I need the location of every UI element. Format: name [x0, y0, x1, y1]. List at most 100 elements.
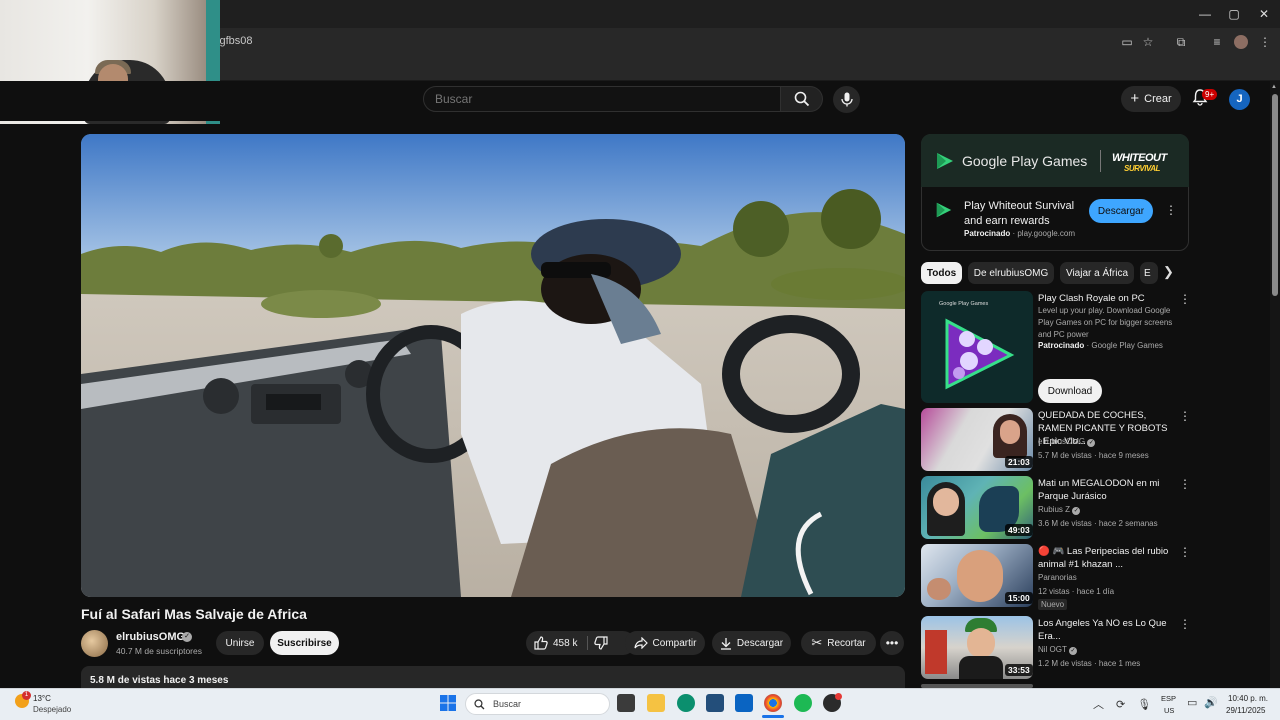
volume-icon[interactable]: 🔊 — [1204, 696, 1218, 709]
more-actions-button[interactable]: ••• — [880, 631, 904, 655]
search-icon — [474, 698, 485, 709]
ad-menu-icon[interactable]: ⋮ — [1165, 203, 1177, 217]
rec-ad-meta: Patrocinado · Google Play Games — [1038, 341, 1163, 350]
maximize-icon[interactable]: ▢ — [1226, 6, 1242, 22]
rec-title[interactable]: 🔴 🎮 Las Peripecias del rubio animal #1 k… — [1038, 545, 1172, 571]
cast-icon[interactable]: ▭ — [1119, 34, 1135, 50]
ad-brand-name: Google Play Games — [962, 153, 1088, 169]
rec-channel[interactable]: Paranorias — [1038, 573, 1077, 582]
rec-menu-icon[interactable]: ⋮ — [1179, 477, 1191, 491]
share-button[interactable]: Compartir — [625, 631, 705, 655]
taskbar-search[interactable]: Buscar — [465, 693, 610, 715]
system-tray[interactable]: ︿ ⟳ 🎙 — [1093, 696, 1151, 712]
rec-menu-icon[interactable]: ⋮ — [1179, 617, 1191, 631]
chip-de-elrubiusomg[interactable]: De elrubiusOMG — [968, 262, 1054, 284]
search-icon — [794, 91, 809, 107]
windows-start-icon[interactable] — [440, 695, 456, 711]
close-icon[interactable]: ✕ — [1256, 6, 1272, 22]
search-input-wrapper[interactable] — [423, 86, 781, 112]
outlook-icon[interactable] — [735, 694, 753, 712]
thumbs-up-icon — [534, 636, 548, 650]
create-button[interactable]: + Crear — [1121, 86, 1181, 112]
video-duration: 33:53 — [1005, 664, 1033, 676]
chip-todos[interactable]: Todos — [921, 262, 962, 284]
rec-channel[interactable]: Rubius Z ✓ — [1038, 505, 1081, 515]
rec-menu-icon[interactable]: ⋮ — [1179, 292, 1191, 306]
plus-icon: + — [1130, 90, 1140, 107]
scrollbar-thumb[interactable] — [1272, 94, 1278, 296]
like-divider — [587, 636, 588, 650]
search-input[interactable] — [424, 87, 780, 111]
weather-description[interactable]: Despejado — [33, 705, 71, 714]
video-title: Fuí al Safari Mas Salvaje de Africa — [81, 606, 307, 622]
chip-more[interactable]: E — [1140, 262, 1158, 284]
thumbs-down-icon — [594, 636, 608, 650]
rec-advertiser: Google Play Games — [1091, 341, 1163, 350]
edge-icon[interactable] — [677, 694, 695, 712]
store-icon[interactable] — [706, 694, 724, 712]
active-app-indicator — [762, 715, 784, 718]
rec-title[interactable]: Mati un MEGALODON en mi Parque Jurásico — [1038, 477, 1172, 503]
chevron-right-icon[interactable]: ❯ — [1163, 264, 1174, 280]
scissors-icon: ✂ — [811, 635, 823, 650]
rec-thumbnail[interactable]: 49:03 — [921, 476, 1033, 539]
spotify-icon[interactable] — [794, 694, 812, 712]
new-badge: Nuevo — [1038, 599, 1068, 610]
browser-menu-icon[interactable]: ⋮ — [1257, 34, 1273, 50]
download-button[interactable]: Descargar — [712, 631, 791, 655]
rec-ad-description: Level up your play. Download Google Play… — [1038, 306, 1173, 339]
rec-channel[interactable]: Nil OGT ✓ — [1038, 645, 1077, 655]
clock-time[interactable]: 10:40 p. m. — [1228, 694, 1268, 703]
language-indicator[interactable]: ESP — [1161, 694, 1176, 703]
account-avatar[interactable]: J — [1229, 89, 1250, 110]
clip-button[interactable]: ✂ Recortar — [801, 631, 876, 655]
rec-download-button[interactable]: Download — [1038, 379, 1102, 403]
network-icon[interactable]: ▭ — [1187, 696, 1197, 709]
rec-title[interactable]: Play Clash Royale on PC — [1038, 292, 1172, 305]
rec-title[interactable]: Los Angeles Ya NO es Lo Que Era... — [1038, 617, 1172, 643]
rec-menu-icon[interactable]: ⋮ — [1179, 409, 1191, 423]
file-explorer-icon[interactable] — [647, 694, 665, 712]
task-view-icon[interactable] — [617, 694, 635, 712]
voice-search-button[interactable] — [833, 86, 860, 113]
media-icon[interactable]: ≡ — [1209, 34, 1225, 50]
like-button[interactable]: 458 k — [526, 631, 635, 655]
clock-date[interactable]: 29/11/2025 — [1226, 706, 1265, 715]
verified-check-icon: ✓ — [1072, 507, 1081, 515]
subscribe-button[interactable]: Suscribirse — [270, 631, 339, 655]
video-duration: 15:00 — [1005, 592, 1033, 604]
rec-views-age: 12 vistas · hace 1 día — [1038, 587, 1115, 596]
download-label: Descargar — [736, 637, 784, 649]
profile-avatar-icon[interactable] — [1234, 35, 1248, 49]
channel-name[interactable]: elrubiusOMG — [116, 631, 185, 643]
microphone-icon — [840, 92, 853, 107]
chevron-up-icon[interactable]: ︿ — [1093, 699, 1104, 711]
join-button[interactable]: Unirse — [216, 631, 264, 655]
sync-icon[interactable]: ⟳ — [1116, 699, 1125, 711]
rec-thumbnail[interactable]: 21:03 — [921, 408, 1033, 471]
ad-download-button[interactable]: Descargar — [1089, 199, 1153, 223]
dislike-button[interactable] — [594, 636, 608, 655]
weather-temperature[interactable]: 13°C — [33, 694, 51, 703]
bookmark-star-icon[interactable]: ☆ — [1140, 34, 1156, 50]
extensions-icon[interactable]: ⧉ — [1173, 34, 1189, 50]
thumb-brand-label: Google Play Games — [939, 301, 989, 307]
rec-thumbnail[interactable]: 15:00 — [921, 544, 1033, 607]
sponsored-thumbnail[interactable]: Google Play Games — [921, 291, 1033, 403]
like-count: 458 k — [553, 637, 578, 649]
search-button[interactable] — [781, 86, 823, 112]
ad-title[interactable]: Play Whiteout Survival and earn rewards — [964, 199, 1084, 229]
scroll-up-icon[interactable]: ▲ — [1271, 84, 1277, 90]
rec-channel[interactable]: elrubiusOMG ✓ — [1038, 437, 1096, 447]
chip-viajar-a-africa[interactable]: Viajar a África — [1060, 262, 1134, 284]
mic-tray-icon[interactable]: 🎙 — [1137, 699, 1151, 711]
create-label: Crear — [1144, 93, 1172, 105]
keyboard-layout[interactable]: US — [1164, 706, 1174, 715]
rec-thumbnail[interactable]: 33:53 — [921, 616, 1033, 679]
video-player[interactable] — [81, 134, 905, 597]
rec-menu-icon[interactable]: ⋮ — [1179, 545, 1191, 559]
channel-avatar[interactable] — [81, 630, 108, 657]
chrome-icon[interactable] — [764, 694, 782, 712]
minimize-icon[interactable]: — — [1197, 6, 1213, 22]
video-duration: 21:03 — [1005, 456, 1033, 468]
